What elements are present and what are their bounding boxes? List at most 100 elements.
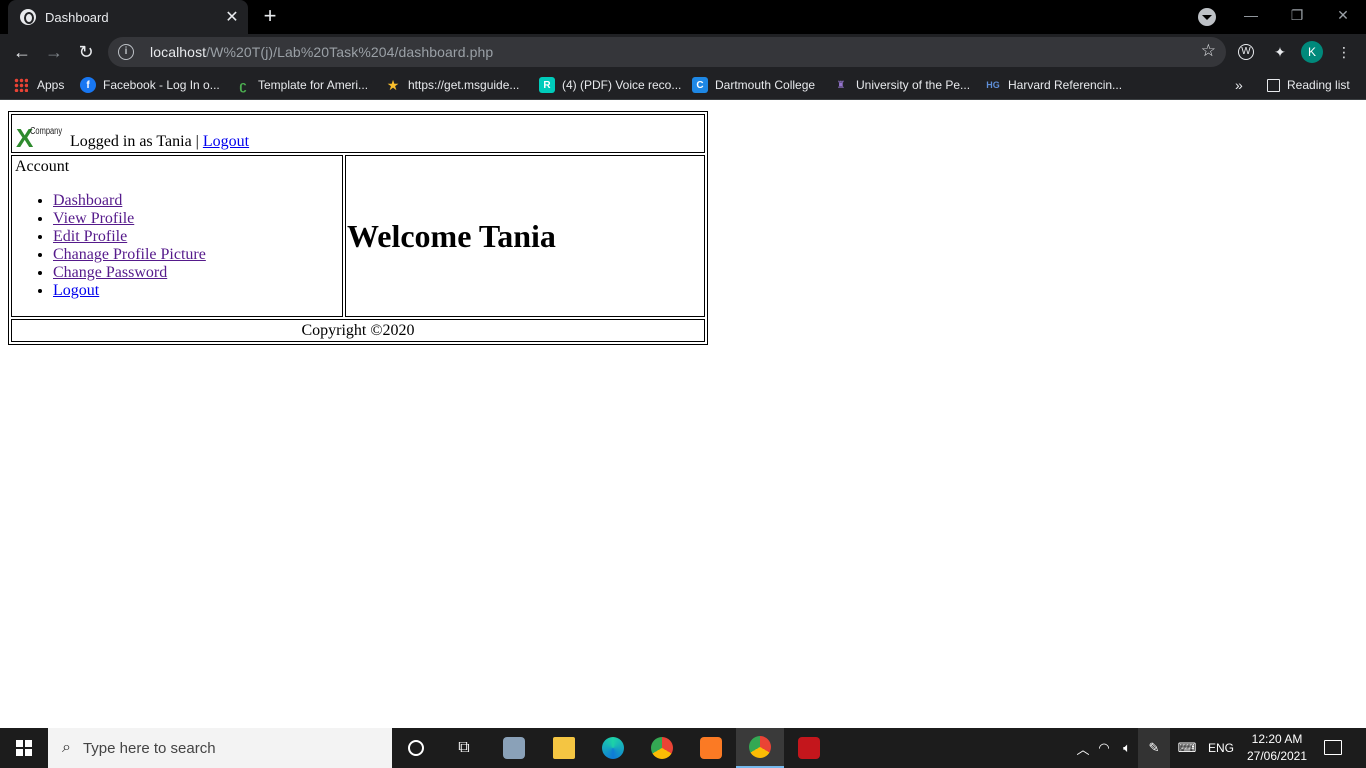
dashboard-layout-table: X Company Logged in as Tania | Logout Ac…	[8, 111, 708, 345]
bookmark-dartmouth[interactable]: C Dartmouth College	[692, 76, 815, 94]
show-hidden-icons-icon[interactable]: ︿	[1074, 739, 1092, 758]
menu-link-view-profile[interactable]: View Profile	[53, 210, 134, 227]
start-button[interactable]	[0, 728, 48, 768]
chrome-icon	[749, 736, 771, 758]
taskbar-app-chrome-active[interactable]	[736, 728, 784, 768]
bookmark-template[interactable]: ʗ Template for Ameri...	[235, 76, 368, 94]
more-bookmarks-icon[interactable]: »	[1235, 76, 1243, 94]
globe-icon	[20, 9, 36, 25]
facebook-icon: f	[80, 77, 96, 93]
bookmarks-bar: Apps f Facebook - Log In o... ʗ Template…	[0, 70, 1366, 100]
window-controls: — ❐ ✕	[1228, 0, 1366, 34]
list-item: Logout	[53, 282, 339, 300]
welcome-cell: Welcome Tania	[345, 155, 705, 317]
list-item: Edit Profile	[53, 228, 339, 246]
address-bar[interactable]: i localhost/W%20T(j)/Lab%20Task%204/dash…	[108, 37, 1226, 67]
clock-date: 27/06/2021	[1246, 749, 1308, 763]
browser-toolbar: ← → ↻ i localhost/W%20T(j)/Lab%20Task%20…	[0, 34, 1366, 70]
restore-icon[interactable]: ❐	[1274, 0, 1320, 30]
folder-icon	[553, 737, 575, 759]
profile-avatar[interactable]: K	[1301, 41, 1323, 63]
bookmark-researchgate[interactable]: R (4) (PDF) Voice reco...	[539, 76, 681, 94]
account-menu: Dashboard View Profile Edit Profile Chan…	[15, 192, 339, 300]
researchgate-icon: R	[539, 77, 555, 93]
bookmark-apps[interactable]: Apps	[14, 76, 64, 94]
taskbar-app-network[interactable]	[490, 728, 538, 768]
menu-link-edit-profile[interactable]: Edit Profile	[53, 228, 127, 245]
windows-logo-icon	[16, 740, 32, 756]
tab-search-icon[interactable]	[1198, 8, 1216, 26]
account-label: Account	[15, 158, 70, 175]
wifi-icon[interactable]: ◠	[1092, 740, 1116, 756]
company-logo: X Company	[16, 123, 63, 153]
close-tab-icon[interactable]: ✕	[220, 7, 244, 27]
footer-cell: Copyright ©2020	[11, 319, 705, 342]
url-text: localhost/W%20T(j)/Lab%20Task%204/dashbo…	[150, 44, 494, 60]
bookmark-upenn[interactable]: ♜ University of the Pe...	[833, 76, 971, 94]
minimize-icon[interactable]: —	[1228, 0, 1274, 30]
new-tab-button[interactable]: +	[258, 5, 282, 29]
list-item: Chanage Profile Picture	[53, 246, 339, 264]
close-window-icon[interactable]: ✕	[1320, 0, 1366, 30]
keyboard-icon[interactable]: ⌨	[1170, 740, 1204, 756]
edge-icon	[602, 737, 624, 759]
tab-title: Dashboard	[45, 9, 109, 25]
cortana-icon	[408, 740, 424, 756]
star-icon: ★	[386, 76, 400, 93]
chrome-icon	[651, 737, 673, 759]
extensions-puzzle-icon[interactable]: ✦	[1270, 42, 1290, 62]
account-menu-cell: Account Dashboard View Profile Edit Prof…	[11, 155, 343, 317]
reload-icon[interactable]: ↻	[74, 40, 98, 64]
hg-icon: HG	[986, 80, 1000, 90]
windows-taskbar: ⌕ Type here to search ⧉ ︿ ◠ 🔈︎ ✎ ⌨ ENG 1…	[0, 728, 1366, 768]
bookmark-star-icon[interactable]: ☆	[1201, 41, 1216, 61]
taskbar-app-acrobat[interactable]	[785, 728, 833, 768]
taskbar-app-chrome[interactable]	[638, 728, 686, 768]
page-viewport: X Company Logged in as Tania | Logout Ac…	[0, 101, 1366, 728]
browser-titlebar: Dashboard ✕ + — ❐ ✕	[0, 0, 1366, 34]
taskbar-search-box[interactable]: ⌕ Type here to search	[48, 728, 392, 768]
bookmark-harvard[interactable]: HG Harvard Referencin...	[985, 76, 1122, 94]
taskbar-app-edge[interactable]	[589, 728, 637, 768]
reading-list-icon	[1267, 78, 1280, 92]
header-logout-link[interactable]: Logout	[203, 133, 249, 150]
menu-link-dashboard[interactable]: Dashboard	[53, 192, 122, 209]
menu-link-logout[interactable]: Logout	[53, 282, 99, 299]
tab-dashboard[interactable]: Dashboard ✕	[8, 0, 248, 34]
c-icon: C	[692, 77, 708, 93]
search-placeholder: Type here to search	[82, 739, 216, 757]
reading-list-button[interactable]: Reading list	[1267, 76, 1350, 94]
menu-kebab-icon[interactable]: ⋮	[1334, 42, 1354, 62]
bookmark-msguide[interactable]: ★ https://get.msguide...	[385, 76, 520, 94]
task-view-icon: ⧉	[458, 739, 470, 756]
taskbar-app-xampp[interactable]	[687, 728, 735, 768]
w-extension-icon[interactable]: W	[1238, 44, 1254, 60]
list-item: Dashboard	[53, 192, 339, 210]
bookmark-facebook[interactable]: f Facebook - Log In o...	[80, 76, 220, 94]
menu-link-change-password[interactable]: Change Password	[53, 264, 167, 281]
list-item: Change Password	[53, 264, 339, 282]
pen-icon[interactable]: ✎	[1138, 728, 1170, 768]
info-icon[interactable]: i	[118, 44, 134, 60]
search-icon: ⌕	[62, 739, 71, 756]
task-view-button[interactable]: ⧉	[440, 728, 488, 768]
forward-icon[interactable]: →	[42, 40, 66, 64]
cortana-button[interactable]	[392, 728, 440, 768]
back-icon[interactable]: ←	[10, 40, 34, 64]
menu-link-change-picture[interactable]: Chanage Profile Picture	[53, 246, 206, 263]
network-app-icon	[503, 737, 525, 759]
header-cell: X Company Logged in as Tania | Logout	[11, 114, 705, 153]
xampp-icon	[700, 737, 722, 759]
language-indicator[interactable]: ENG	[1204, 741, 1238, 755]
volume-icon[interactable]: 🔈︎	[1116, 740, 1138, 756]
university-icon: ♜	[836, 79, 846, 91]
taskbar-app-file-explorer[interactable]	[540, 728, 588, 768]
tray-icons: ︿ ◠ 🔈︎ ✎ ⌨ ENG	[1074, 728, 1238, 768]
clock[interactable]: 12:20 AM 27/06/2021	[1244, 731, 1310, 765]
clock-time: 12:20 AM	[1251, 732, 1303, 746]
copyright-text: Copyright ©2020	[301, 321, 415, 339]
leaf-icon: ʗ	[239, 77, 247, 93]
notification-icon[interactable]	[1324, 740, 1342, 755]
welcome-heading: Welcome Tania	[347, 217, 556, 254]
apps-grid-icon	[14, 78, 28, 92]
